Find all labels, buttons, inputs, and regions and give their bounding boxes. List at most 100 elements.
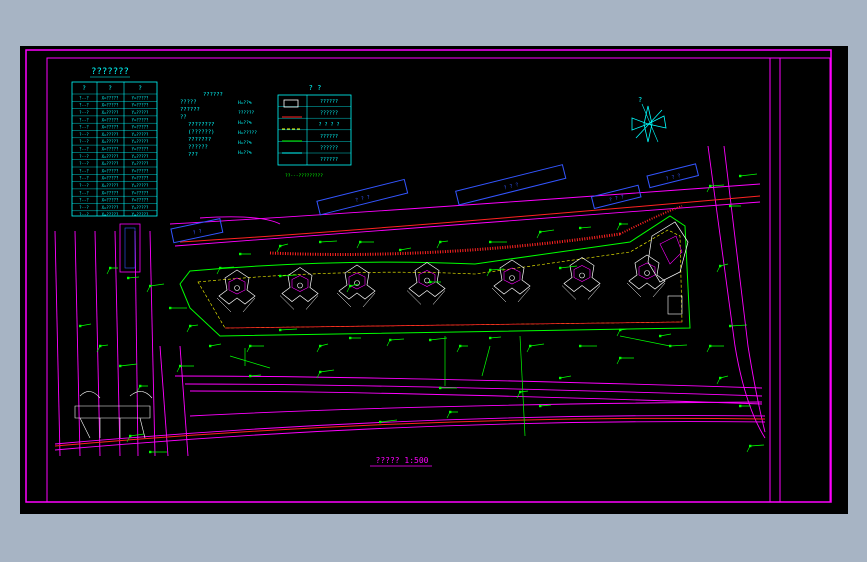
- table-cell: ?--?: [79, 103, 89, 108]
- survey-mark: [176, 364, 194, 373]
- road-red-line: [54, 195, 766, 447]
- table-cell: ?--?: [79, 205, 89, 210]
- survey-mark: [716, 375, 729, 385]
- survey-mark: [356, 240, 374, 249]
- survey-mark: [536, 229, 555, 239]
- survey-mark: [119, 363, 138, 368]
- table-cell: ?--?: [79, 110, 89, 115]
- note-line: ?????: [180, 100, 197, 106]
- site-boundary: [179, 205, 691, 337]
- table-cell: ?--?: [79, 168, 89, 173]
- table-cell: Y=?????: [132, 154, 149, 159]
- table-header-1: ?: [82, 85, 86, 92]
- table-cell: X=?????: [102, 110, 119, 115]
- table-cell: X=?????: [102, 117, 119, 122]
- survey-mark: [316, 343, 329, 353]
- note-line: ??: [180, 115, 187, 121]
- survey-line: [519, 335, 526, 437]
- survey-mark: [739, 173, 758, 178]
- table-cell: Y=?????: [132, 190, 149, 195]
- survey-mark: [559, 265, 578, 270]
- table-cell: X=?????: [102, 198, 119, 203]
- table-cell: X=?????: [102, 125, 119, 130]
- legend-title: ? ?: [309, 84, 322, 92]
- legend-symbol-box: [283, 99, 299, 108]
- survey-mark: [436, 240, 449, 249]
- survey-mark: [729, 204, 741, 208]
- survey-line: [229, 355, 271, 369]
- survey-annotations: [79, 173, 765, 454]
- table-cell: X=?????: [102, 103, 119, 108]
- table-cell: X=?????: [102, 183, 119, 188]
- table-cell: Y=?????: [132, 176, 149, 181]
- survey-mark: [136, 384, 148, 393]
- survey-mark: [616, 328, 629, 337]
- table-cell: X=?????: [102, 212, 119, 217]
- note-line: ??????: [188, 145, 208, 151]
- survey-mark: [186, 324, 199, 333]
- note-value: H=?????: [238, 130, 257, 136]
- survey-mark: [96, 344, 109, 353]
- coordinate-table: ??????? ? ? ? ?--? X=????? Y=????? ?--? X=??…: [71, 67, 158, 217]
- table-cell: ?--?: [79, 132, 89, 137]
- survey-mark: [209, 343, 222, 348]
- note-line: ????????: [188, 122, 215, 128]
- tower-footprint: [216, 269, 256, 313]
- table-cell: X=?????: [102, 139, 119, 144]
- survey-mark: [489, 240, 507, 244]
- block-label-4: ? ? ?: [665, 173, 681, 182]
- site-plan-drawing: ??????? ? ? ? ?--? X=????? Y=??????--? X=??…: [25, 49, 832, 503]
- design-notes: ???????????????????????????(??????)?????…: [180, 92, 257, 158]
- survey-mark: [149, 450, 167, 454]
- table-cell: ?--?: [79, 147, 89, 152]
- table-header-2: ?: [108, 85, 112, 92]
- legend-footer: ??---?????????: [285, 173, 323, 179]
- tower-footprint: [406, 262, 446, 305]
- tower-footprint: [626, 254, 666, 298]
- survey-mark: [276, 243, 289, 253]
- survey-mark: [706, 344, 724, 353]
- note-value: H=??%: [238, 120, 252, 126]
- table-cell: Y=?????: [132, 110, 149, 115]
- legend-item: ? ? ? ?: [318, 122, 339, 128]
- table-cell: ?--?: [79, 139, 89, 144]
- table-cell: X=?????: [102, 132, 119, 137]
- note-line: ???: [188, 152, 198, 158]
- note-line: (??????): [188, 130, 215, 136]
- survey-mark: [669, 344, 688, 348]
- survey-mark: [746, 444, 765, 453]
- survey-mark: [319, 240, 338, 244]
- legend-item: ??????: [320, 111, 338, 117]
- table-cell: Y=?????: [132, 125, 149, 130]
- survey-mark: [659, 333, 672, 338]
- table-cell: ?--?: [79, 198, 89, 203]
- survey-line: [481, 345, 491, 377]
- north-label: ?: [638, 96, 642, 104]
- survey-mark: [169, 306, 187, 310]
- survey-mark: [559, 375, 572, 380]
- survey-line: [619, 335, 671, 347]
- table-cell: ?--?: [79, 176, 89, 181]
- table-rows: ?--? X=????? Y=????? ?--? X=????? Y=????? ?--?…: [72, 93, 157, 217]
- legend-item: ??????: [320, 134, 338, 140]
- table-cell: Y=?????: [132, 212, 149, 217]
- table-cell: Y=?????: [132, 132, 149, 137]
- table-cell: Y=?????: [132, 168, 149, 173]
- cad-viewport[interactable]: ??????? ? ? ? ?--? X=????? Y=????? ?--? X=??…: [20, 46, 848, 514]
- note-value: H=??%: [238, 100, 252, 106]
- table-cell: ?--?: [79, 190, 89, 195]
- survey-mark: [146, 283, 165, 293]
- note-line: ??????: [203, 92, 223, 98]
- survey-mark: [279, 328, 298, 332]
- table-cell: Y=?????: [132, 117, 149, 122]
- table-cell: X=?????: [102, 161, 119, 166]
- table-cell: Y=?????: [132, 139, 149, 144]
- note-value: H=??%: [238, 150, 252, 156]
- survey-mark: [616, 222, 628, 231]
- tower-footprint: [336, 264, 376, 308]
- block-label-3: ? ? ?: [609, 194, 625, 203]
- legend-item: ??????: [320, 145, 338, 151]
- note-value: H=??%: [238, 140, 252, 146]
- survey-mark: [616, 356, 634, 365]
- table-cell: X=?????: [102, 95, 119, 100]
